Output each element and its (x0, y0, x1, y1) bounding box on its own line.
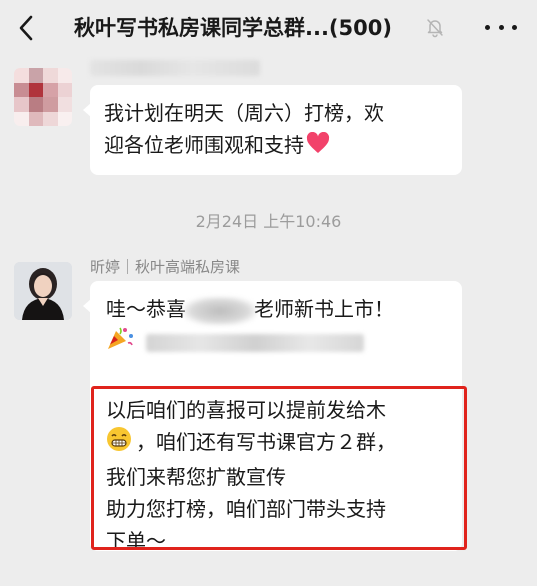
chat-header: 秋叶写书私房课同学总群...(500) (0, 0, 537, 56)
timestamp: 2月24日 上午10:46 (195, 212, 342, 231)
avatar[interactable] (14, 262, 72, 320)
redacted-text (146, 333, 364, 352)
message-text: ，咱们还有写书课官方２群， (136, 430, 396, 454)
message-bubble[interactable]: 我计划在明天（周六）打榜，欢 迎各位老师围观和支持 (83, 85, 462, 175)
message-text: 老师新书上市！ (254, 297, 394, 321)
sender-name-redacted (90, 60, 260, 76)
message-text: 我们来帮您扩散宣传 (106, 465, 286, 489)
message-text: 哇～恭喜 (106, 297, 186, 321)
party-popper-emoji-icon (106, 325, 134, 360)
message-text: 迎各位老师围观和支持 (104, 133, 304, 157)
more-icon (485, 24, 490, 30)
chat-title: 秋叶写书私房课同学总群...(500) (74, 16, 392, 40)
mute-bell-icon (427, 19, 443, 38)
message-text: 我计划在明天（周六）打榜，欢 (104, 101, 384, 125)
back-button[interactable] (14, 14, 38, 42)
avatar-photo (14, 262, 72, 320)
message-text: 助力您打榜，咱们部门带头支持 (106, 497, 386, 521)
heart-emoji-icon (306, 131, 330, 163)
grin-emoji-icon (106, 426, 132, 461)
sender-name: 昕婷｜秋叶高端私房课 (90, 258, 241, 276)
avatar[interactable] (14, 68, 72, 126)
more-button[interactable] (485, 17, 517, 37)
message-text: 以后咱们的喜报可以提前发给木 (106, 398, 386, 422)
message-bubble[interactable]: 哇～恭喜 老师新书上市！ 以后咱们的喜报可以提前发给木 ，咱们还有写书课官方２群，… (83, 281, 462, 553)
redacted-name (184, 296, 256, 325)
back-icon (19, 15, 33, 41)
message-text: 下单～ (106, 529, 166, 553)
